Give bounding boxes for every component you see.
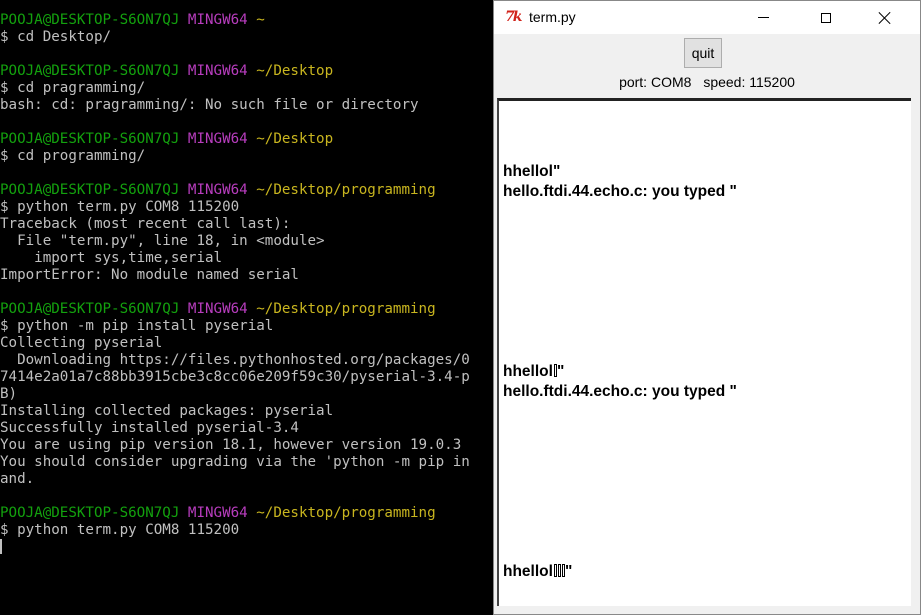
terminal-segment: POOJA@DESKTOP-S6ON7QJ bbox=[0, 12, 180, 28]
terminal-segment: MINGW64 bbox=[187, 505, 248, 521]
terminal-segment: and. bbox=[0, 471, 35, 487]
terminal-segment bbox=[179, 301, 188, 317]
close-icon bbox=[878, 11, 892, 25]
output-line: hhellol" bbox=[503, 163, 561, 180]
speed-label: speed: 115200 bbox=[703, 74, 795, 90]
terminal-segment bbox=[179, 12, 188, 28]
port-label: port: COM8 bbox=[619, 74, 692, 90]
window-title: term.py bbox=[529, 9, 576, 25]
terminal-segment bbox=[248, 63, 257, 79]
output-line: hhellol" bbox=[503, 363, 565, 380]
terminal-segment: Collecting pyserial bbox=[0, 335, 163, 351]
terminal-segment: POOJA@DESKTOP-S6ON7QJ bbox=[0, 301, 180, 317]
minimize-icon bbox=[757, 17, 769, 18]
term-window: 7k term.py quit port: COM8 speed: 115200… bbox=[493, 0, 921, 615]
terminal-segment: 7414e2a01a7c88bb3915cbe3c8cc06e209f59c30… bbox=[0, 369, 470, 385]
terminal-segment: POOJA@DESKTOP-S6ON7QJ bbox=[0, 131, 180, 147]
terminal-segment bbox=[179, 131, 188, 147]
terminal-segment: You are using pip version 18.1, however … bbox=[0, 437, 462, 453]
connection-status: port: COM8 speed: 115200 bbox=[494, 74, 920, 90]
terminal-segment: You should consider upgrading via the 'p… bbox=[0, 454, 470, 470]
terminal-segment: Downloading https://files.pythonhosted.o… bbox=[0, 352, 470, 368]
unprintable-glyph bbox=[561, 564, 565, 577]
output-line: hhellol" bbox=[503, 563, 573, 580]
quit-button[interactable]: quit bbox=[684, 38, 722, 68]
terminal-segment bbox=[248, 301, 257, 317]
terminal-segment bbox=[248, 12, 257, 28]
unprintable-glyph bbox=[557, 564, 561, 577]
terminal-segment: ~/Desktop/programming bbox=[256, 301, 436, 317]
output-line: hello.ftdi.44.echo.c: you typed " bbox=[503, 383, 737, 400]
terminal-segment: File "term.py", line 18, in <module> bbox=[0, 233, 325, 249]
terminal-segment: Successfully installed pyserial-3.4 bbox=[0, 420, 299, 436]
terminal-segment bbox=[179, 505, 188, 521]
output-line: hello.ftdi.44.echo.c: you typed " bbox=[503, 183, 737, 200]
terminal-segment: B) bbox=[0, 386, 18, 402]
terminal-segment: ~/Desktop/programming bbox=[256, 182, 436, 198]
terminal-segment: MINGW64 bbox=[187, 182, 248, 198]
terminal-segment: MINGW64 bbox=[187, 301, 248, 317]
minimize-button[interactable] bbox=[740, 1, 786, 34]
terminal-segment: bash: cd: pragramming/: No such file or … bbox=[0, 97, 419, 113]
terminal-segment: $ cd Desktop/ bbox=[0, 29, 112, 45]
terminal-segment: ImportError: No module named serial bbox=[0, 267, 299, 283]
terminal-segment: POOJA@DESKTOP-S6ON7QJ bbox=[0, 63, 180, 79]
terminal-segment: POOJA@DESKTOP-S6ON7QJ bbox=[0, 182, 180, 198]
terminal-segment: MINGW64 bbox=[187, 131, 248, 147]
terminal-segment: POOJA@DESKTOP-S6ON7QJ bbox=[0, 505, 180, 521]
tk-feather-icon: 7k bbox=[505, 9, 522, 25]
terminal-segment: $ python term.py COM8 115200 bbox=[0, 199, 240, 215]
terminal-segment: Installing collected packages: pyserial bbox=[0, 403, 334, 419]
terminal-segment: $ python term.py COM8 115200 bbox=[0, 522, 240, 538]
serial-output-text[interactable]: hhellol" hello.ftdi.44.echo.c: you typed… bbox=[497, 98, 911, 606]
terminal-segment bbox=[248, 131, 257, 147]
terminal-segment: ~/Desktop bbox=[256, 131, 334, 147]
terminal-segment bbox=[179, 63, 188, 79]
maximize-button[interactable] bbox=[803, 1, 849, 34]
terminal-segment: Traceback (most recent call last): bbox=[0, 216, 291, 232]
terminal-segment: MINGW64 bbox=[187, 12, 248, 28]
terminal-segment: ~/Desktop bbox=[256, 63, 334, 79]
unprintable-glyph bbox=[553, 564, 557, 577]
title-bar[interactable]: 7k term.py bbox=[494, 1, 920, 34]
terminal-segment: $ cd pragramming/ bbox=[0, 80, 146, 96]
cursor bbox=[0, 539, 2, 554]
terminal-segment bbox=[248, 505, 257, 521]
close-button[interactable] bbox=[862, 1, 908, 34]
terminal-segment: $ python -m pip install pyserial bbox=[0, 318, 274, 334]
terminal-segment bbox=[179, 182, 188, 198]
terminal-segment bbox=[248, 182, 257, 198]
maximize-icon bbox=[821, 12, 831, 23]
terminal-segment: $ cd programming/ bbox=[0, 148, 146, 164]
terminal-segment: import sys,time,serial bbox=[0, 250, 223, 266]
terminal-segment: ~/Desktop/programming bbox=[256, 505, 436, 521]
unprintable-glyph bbox=[553, 364, 557, 377]
terminal-segment: MINGW64 bbox=[187, 63, 248, 79]
terminal-segment: ~ bbox=[256, 12, 265, 28]
